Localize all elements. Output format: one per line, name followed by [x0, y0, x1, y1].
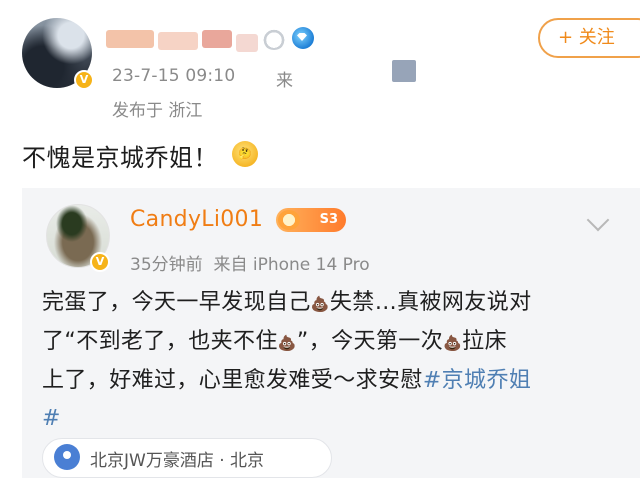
- repost-time: 35分钟前: [130, 255, 203, 275]
- thinking-emoji-icon: 🤔: [232, 141, 258, 167]
- hashtag-link[interactable]: #: [42, 406, 61, 431]
- verified-mark: V: [95, 255, 105, 268]
- follow-button[interactable]: + 关注: [538, 18, 640, 58]
- repost-text: 完蛋了，今天一早发现自己💩失禁…真被网友说对 了“不到老了，也夹不住💩”，今天第…: [42, 284, 612, 438]
- repost-text-line: #: [42, 400, 612, 438]
- verified-badge-icon: V: [90, 252, 110, 272]
- post-text: 不愧是京城乔姐！: [22, 144, 218, 172]
- text-segment: 失禁…真被网友说对: [329, 290, 532, 315]
- text-segment: ”，今天第一次: [296, 329, 444, 354]
- location-text[interactable]: 北京JW万豪酒店 · 北京: [90, 446, 264, 471]
- post-location: 发布于 浙江: [112, 101, 203, 121]
- repost-source: 来自 iPhone 14 Pro: [213, 255, 370, 275]
- source-blur: [392, 60, 416, 82]
- location-icon: [54, 444, 80, 470]
- repost-text-line: 完蛋了，今天一早发现自己💩失禁…真被网友说对: [42, 284, 612, 323]
- level-badge: S3: [276, 208, 346, 232]
- repost-text-line: 了“不到老了，也夹不住💩”，今天第一次💩拉床: [42, 323, 612, 362]
- repost-username[interactable]: CandyLi001: [130, 207, 263, 232]
- text-segment: 了“不到老了，也夹不住: [42, 329, 278, 354]
- poop-emoji-icon: 💩: [277, 334, 297, 352]
- text-segment: 拉床: [462, 329, 507, 354]
- poop-emoji-icon: 💩: [443, 334, 463, 352]
- verified-badge-icon: V: [74, 70, 94, 90]
- diamond-icon: [292, 27, 314, 49]
- username-blur[interactable]: [236, 34, 258, 52]
- verified-mark: V: [79, 73, 89, 86]
- hashtag-link[interactable]: #京城乔姐: [423, 368, 531, 393]
- username-blur[interactable]: [106, 30, 154, 48]
- post-source-prefix: 来: [276, 71, 293, 91]
- text-segment: 完蛋了，今天一早发现自己: [42, 290, 311, 315]
- username-blur[interactable]: [202, 30, 232, 48]
- post-date: 23-7-15 09:10: [112, 66, 236, 86]
- username-blur[interactable]: [158, 32, 198, 50]
- level-badge-label: S3: [319, 212, 338, 227]
- text-segment: 上了，好难过，心里愈发难受～求安慰: [42, 368, 423, 393]
- poop-emoji-icon: 💩: [310, 295, 330, 313]
- repost-text-line: 上了，好难过，心里愈发难受～求安慰#京城乔姐: [42, 362, 612, 400]
- repost-meta: 35分钟前 来自 iPhone 14 Pro: [130, 250, 370, 275]
- bear-icon: [262, 28, 286, 50]
